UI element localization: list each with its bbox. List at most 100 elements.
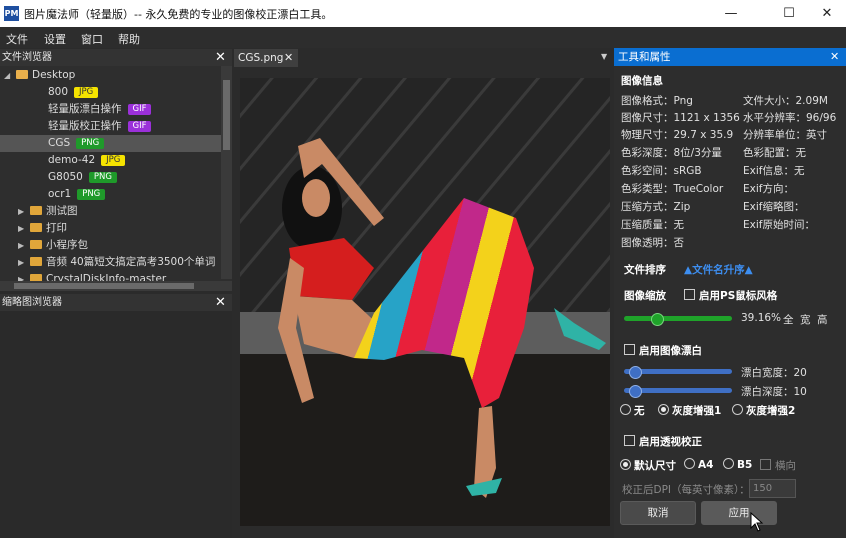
info-resolution: 水平分辨率：96/96 — [743, 112, 837, 124]
radio-circle[interactable] — [732, 404, 743, 415]
info-file-size: 文件大小：2.09M — [743, 95, 828, 107]
expand-arrow-icon[interactable]: ▶ — [18, 220, 30, 237]
menu-settings[interactable]: 设置 — [44, 31, 66, 47]
tree-root-label: Desktop — [32, 69, 76, 81]
info-compression: 压缩方式：Zip — [621, 201, 691, 213]
fit-width-button[interactable]: 宽 — [800, 312, 811, 327]
info-resolution-unit: 分辨率单位：英寸 — [743, 129, 827, 141]
file-name: 轻量版校正操作 — [48, 120, 122, 132]
menu-window[interactable]: 窗口 — [81, 31, 103, 47]
file-item[interactable]: G8050 PNG — [0, 169, 232, 186]
thumb-browser-close-icon[interactable]: ✕ — [215, 294, 226, 311]
info-color-profile: 色彩配置：无 — [743, 147, 806, 159]
sort-label: 文件排序 — [624, 264, 666, 276]
properties-close-icon[interactable]: ✕ — [830, 48, 839, 66]
perspective-label: 启用透视校正 — [639, 436, 702, 448]
checkbox-box[interactable] — [760, 459, 771, 470]
checkbox-box[interactable] — [624, 344, 635, 355]
file-item[interactable]: 轻量版校正操作 GIF — [0, 118, 232, 135]
image-preview — [234, 68, 612, 538]
folder-item[interactable]: ▶ 音频 40篇短文搞定高考3500个单词 — [0, 254, 232, 271]
close-window-button[interactable]: ✕ — [804, 0, 846, 27]
folder-item[interactable]: ▶ 打印 — [0, 220, 232, 237]
file-type-badge: JPG — [74, 87, 99, 98]
landscape-checkbox[interactable]: 横向 — [760, 458, 796, 473]
cancel-button[interactable]: 取消 — [620, 501, 696, 525]
enhance-gray2-radio[interactable]: 灰度增强2 — [732, 403, 795, 418]
info-transparency: 图像透明：否 — [621, 237, 684, 249]
folder-icon — [30, 240, 42, 249]
radio-circle[interactable] — [620, 404, 631, 415]
expand-arrow-icon[interactable]: ▶ — [18, 237, 30, 254]
checkbox-box[interactable] — [684, 289, 695, 300]
minimize-button[interactable]: — — [708, 0, 754, 27]
tree-horizontal-scroll-thumb[interactable] — [14, 283, 194, 289]
enhance-gray1-radio[interactable]: 灰度增强1 — [658, 403, 721, 418]
whiten-checkbox[interactable]: 启用图像漂白 — [624, 343, 702, 358]
ps-mouse-checkbox[interactable]: 启用PS鼠标风格 — [684, 288, 777, 303]
file-type-badge: PNG — [88, 172, 117, 183]
folder-icon — [30, 257, 42, 266]
window-title: 图片魔法师（轻量版）-- 永久免费的专业的图像校正漂白工具。 — [24, 8, 333, 21]
info-color-space: 色彩空间：sRGB — [621, 165, 702, 177]
radio-circle[interactable] — [620, 459, 631, 470]
folder-item[interactable]: ▶ 小程序包 — [0, 237, 232, 254]
size-default-radio[interactable]: 默认尺寸 — [620, 458, 676, 473]
checkbox-box[interactable] — [624, 435, 635, 446]
info-quality: 压缩质量：无 — [621, 219, 684, 231]
folder-icon — [16, 70, 28, 79]
info-exif-orientation: Exif方向： — [743, 183, 794, 195]
menu-help[interactable]: 帮助 — [118, 31, 140, 47]
title-bar: PM 图片魔法师（轻量版）-- 永久免费的专业的图像校正漂白工具。 — ☐ ✕ — [0, 0, 846, 27]
file-item-selected[interactable]: CGS PNG — [0, 135, 232, 152]
dpi-input[interactable]: 150 — [749, 479, 796, 498]
image-info-title: 图像信息 — [621, 75, 663, 87]
zoom-slider-track[interactable] — [624, 316, 732, 321]
file-item[interactable]: 轻量版漂白操作 GIF — [0, 101, 232, 118]
tab-cgs-png[interactable]: CGS.png ✕ — [234, 49, 298, 67]
enhance-none-radio[interactable]: 无 — [620, 403, 645, 418]
size-b5-radio[interactable]: B5 — [723, 458, 752, 471]
file-tree: ◢ Desktop 800 JPG 轻量版漂白操作 GIF 轻量版校正操作 GIF CG… — [0, 66, 232, 287]
image-canvas[interactable] — [234, 68, 612, 538]
folder-icon — [30, 223, 42, 232]
expand-arrow-icon[interactable]: ◢ — [4, 67, 16, 84]
radio-circle[interactable] — [723, 458, 734, 469]
info-size: 图像尺寸：1121 x 1356 — [621, 112, 740, 124]
enhance-gray2-label: 灰度增强2 — [746, 405, 796, 417]
tab-close-icon[interactable]: ✕ — [284, 49, 293, 67]
radio-circle[interactable] — [684, 458, 695, 469]
tree-vertical-scroll-thumb[interactable] — [223, 80, 230, 150]
info-exif-original-time: Exif原始时间： — [743, 219, 815, 231]
file-item[interactable]: 800 JPG — [0, 84, 232, 101]
folder-item[interactable]: ▶ 测试图 — [0, 203, 232, 220]
size-a4-radio[interactable]: A4 — [684, 458, 713, 471]
file-browser-close-icon[interactable]: ✕ — [215, 49, 226, 66]
sort-toggle[interactable]: ▲文件名升序▲ — [684, 262, 753, 277]
radio-circle[interactable] — [658, 404, 669, 415]
apply-button[interactable]: 应用 — [701, 501, 777, 525]
expand-arrow-icon[interactable]: ▶ — [18, 254, 30, 271]
info-exif-thumbnail: Exif缩略图： — [743, 201, 805, 213]
zoom-value: 39.16% — [741, 312, 782, 324]
menu-file[interactable]: 文件 — [6, 31, 28, 47]
tab-dropdown-icon[interactable]: ▼ — [601, 52, 607, 61]
app-icon: PM — [4, 6, 19, 21]
tree-root-desktop[interactable]: ◢ Desktop — [0, 67, 224, 84]
whiten-width-handle[interactable] — [628, 366, 642, 379]
folder-icon — [30, 206, 42, 215]
file-name: ocr1 — [48, 188, 72, 200]
file-name: 800 — [48, 86, 69, 98]
fit-height-button[interactable]: 高 — [817, 312, 828, 327]
file-item[interactable]: ocr1 PNG — [0, 186, 232, 203]
whiten-depth-handle[interactable] — [628, 385, 642, 398]
file-item[interactable]: demo-42 JPG — [0, 152, 232, 169]
expand-arrow-icon[interactable]: ▶ — [18, 203, 30, 220]
file-type-badge: PNG — [76, 138, 105, 149]
folder-name: 音频 40篇短文搞定高考3500个单词 — [46, 256, 216, 268]
info-color-type: 色彩类型：TrueColor — [621, 183, 724, 195]
properties-header: 工具和属性 ✕ — [614, 48, 846, 66]
menu-bar: 文件 设置 窗口 帮助 — [0, 27, 846, 48]
fit-full-button[interactable]: 全 — [783, 312, 794, 327]
perspective-checkbox[interactable]: 启用透视校正 — [624, 434, 702, 449]
